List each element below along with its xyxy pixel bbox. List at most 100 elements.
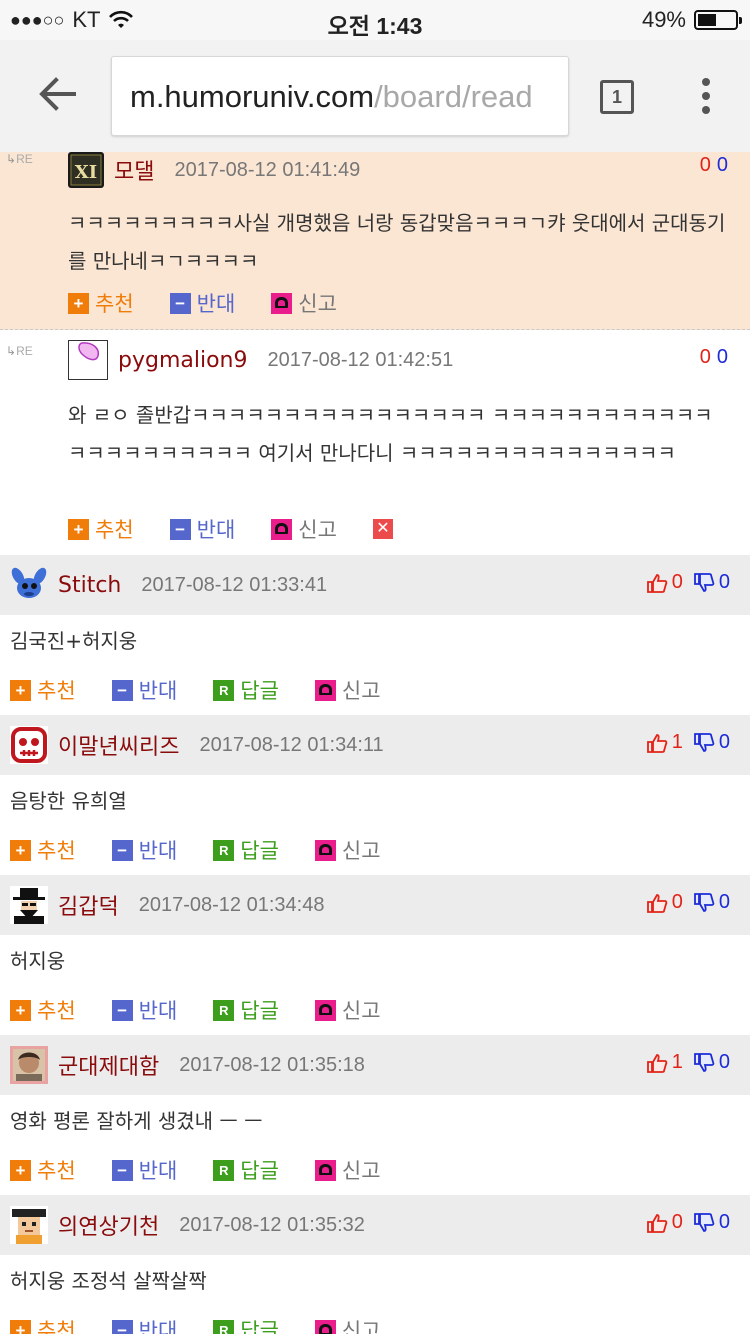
oppose-button[interactable]: − 반대 bbox=[111, 995, 177, 1025]
upvote-count: 1 bbox=[671, 1051, 683, 1073]
reply-icon: R bbox=[213, 999, 235, 1021]
report-button[interactable]: 신고 bbox=[271, 288, 337, 318]
recommend-button[interactable]: + 추천 bbox=[10, 835, 76, 865]
minus-icon: − bbox=[169, 518, 191, 540]
avatar[interactable] bbox=[10, 1206, 48, 1244]
downvote-count: 0 bbox=[718, 731, 730, 753]
avatar[interactable] bbox=[10, 726, 48, 764]
back-arrow-icon[interactable] bbox=[36, 72, 80, 116]
reply-downvote-count: 0 bbox=[716, 346, 728, 368]
recommend-button[interactable]: + 추천 bbox=[68, 514, 134, 544]
recommend-button[interactable]: + 추천 bbox=[10, 675, 76, 705]
comment-header: 김갑덕 2017-08-12 01:34:48 0 0 bbox=[0, 875, 750, 935]
siren-icon bbox=[271, 518, 293, 540]
comment-text: 김국진+허지웅 bbox=[10, 629, 138, 653]
siren-icon bbox=[314, 1319, 336, 1334]
reply-votes: 00 bbox=[700, 346, 728, 369]
avatar[interactable] bbox=[68, 340, 108, 380]
avatar[interactable] bbox=[10, 1046, 48, 1084]
upvote-count: 0 bbox=[671, 1211, 683, 1233]
comment-date: 2017-08-12 01:34:48 bbox=[138, 893, 325, 916]
comment-text: 허지웅 bbox=[10, 949, 66, 973]
comment-header: 군대제대함 2017-08-12 01:35:18 1 0 bbox=[0, 1035, 750, 1095]
reply-text: ㅋㅋㅋㅋㅋㅋㅋㅋㅋ사실 개명했음 너랑 동갑맞음ㅋㅋㅋㄱ캬 웃대에서 군대동기를… bbox=[68, 211, 726, 273]
siren-icon bbox=[314, 839, 336, 861]
comment-text: 음탕한 유희열 bbox=[10, 789, 127, 813]
tab-switcher-button[interactable]: 1 bbox=[600, 80, 634, 114]
reply-button[interactable]: R 답글 bbox=[213, 1315, 279, 1334]
avatar[interactable]: XI bbox=[68, 152, 104, 188]
comment-votes: 1 0 bbox=[646, 731, 730, 754]
reply-button[interactable]: R 답글 bbox=[213, 675, 279, 705]
comment-list: ↳RE XI 모댈 2017-08-12 01:41:49 00 ㅋㅋㅋㅋㅋㅋㅋ… bbox=[0, 152, 750, 1334]
reply-button[interactable]: R 답글 bbox=[213, 1155, 279, 1185]
recommend-button[interactable]: + 추천 bbox=[10, 1155, 76, 1185]
oppose-button[interactable]: − 반대 bbox=[169, 514, 235, 544]
comment-actions: + 추천 − 반대 R 답글 신고 bbox=[10, 1315, 417, 1334]
oppose-button[interactable]: − 반대 bbox=[111, 1315, 177, 1334]
address-bar[interactable]: m.humoruniv.com/board/read bbox=[111, 56, 569, 136]
reply-icon: R bbox=[213, 1319, 235, 1334]
reply-date: 2017-08-12 01:42:51 bbox=[267, 348, 454, 371]
thumbs-down-icon bbox=[693, 1052, 715, 1072]
siren-icon bbox=[271, 292, 293, 314]
comment-votes: 0 0 bbox=[646, 571, 730, 594]
comment-date: 2017-08-12 01:33:41 bbox=[141, 573, 328, 596]
report-button[interactable]: 신고 bbox=[271, 514, 337, 544]
recommend-button[interactable]: + 추천 bbox=[10, 995, 76, 1025]
comment-nickname[interactable]: 의연상기천 bbox=[58, 1209, 159, 1241]
recommend-button[interactable]: + 추천 bbox=[68, 288, 134, 318]
recommend-button[interactable]: + 추천 bbox=[10, 1315, 76, 1334]
comment-header: 의연상기천 2017-08-12 01:35:32 0 0 bbox=[0, 1195, 750, 1255]
report-button[interactable]: 신고 bbox=[314, 835, 381, 865]
browser-toolbar: m.humoruniv.com/board/read 1 bbox=[0, 40, 750, 152]
avatar[interactable] bbox=[10, 566, 48, 604]
comment-nickname[interactable]: 김갑덕 bbox=[58, 889, 119, 921]
plus-icon: + bbox=[10, 679, 31, 701]
reply-upvote-count: 0 bbox=[699, 346, 711, 368]
reply-indicator-icon: ↳RE bbox=[6, 344, 33, 358]
minus-icon: − bbox=[111, 999, 133, 1021]
report-button[interactable]: 신고 bbox=[314, 1155, 381, 1185]
comment-text: 허지웅 조정석 살짝살짝 bbox=[10, 1269, 207, 1293]
reply-header: XI 모댈 2017-08-12 01:41:49 bbox=[68, 152, 360, 188]
oppose-button[interactable]: − 반대 bbox=[111, 675, 177, 705]
upvote-count: 0 bbox=[671, 891, 683, 913]
report-button[interactable]: 신고 bbox=[314, 1315, 381, 1334]
delete-icon[interactable]: ✕ bbox=[372, 519, 393, 539]
thumbs-up-icon bbox=[646, 573, 668, 593]
oppose-button[interactable]: − 반대 bbox=[111, 835, 177, 865]
reply-button[interactable]: R 답글 bbox=[213, 995, 279, 1025]
siren-icon bbox=[314, 1159, 336, 1181]
comment-date: 2017-08-12 01:35:18 bbox=[179, 1053, 365, 1076]
report-button[interactable]: 신고 bbox=[314, 675, 381, 705]
reply-icon: R bbox=[213, 839, 235, 861]
oppose-button[interactable]: − 반대 bbox=[111, 1155, 177, 1185]
report-button[interactable]: 신고 bbox=[314, 995, 381, 1025]
reply-button[interactable]: R 답글 bbox=[213, 835, 279, 865]
comment-nickname[interactable]: 이말년씨리즈 bbox=[58, 729, 179, 761]
reply-icon: R bbox=[213, 679, 235, 701]
comment-body: 허지웅 조정석 살짝살짝 + 추천 − 반대 R 답글 신고 bbox=[0, 1255, 750, 1334]
oppose-button[interactable]: − 반대 bbox=[169, 288, 235, 318]
plus-icon: + bbox=[10, 839, 31, 861]
battery-percent: 49% bbox=[641, 7, 686, 32]
reply-nickname[interactable]: pygmalion9 bbox=[118, 348, 248, 373]
downvote-count: 0 bbox=[718, 1051, 730, 1073]
siren-icon bbox=[314, 679, 336, 701]
comment-actions: + 추천 − 반대 R 답글 신고 bbox=[10, 675, 417, 705]
minus-icon: − bbox=[111, 839, 133, 861]
thumbs-down-icon bbox=[693, 732, 715, 752]
url-path: /board/read bbox=[374, 79, 533, 114]
reply-downvote-count: 0 bbox=[716, 154, 728, 176]
thumbs-up-icon bbox=[646, 1213, 668, 1233]
url-host: m.humoruniv.com bbox=[130, 79, 375, 114]
comment-votes: 0 0 bbox=[646, 1211, 730, 1234]
avatar[interactable] bbox=[10, 886, 48, 924]
reply-nickname[interactable]: 모댈 bbox=[114, 154, 154, 186]
comment-nickname[interactable]: Stitch bbox=[58, 573, 121, 598]
comment-date: 2017-08-12 01:34:11 bbox=[199, 733, 384, 756]
comment-nickname[interactable]: 군대제대함 bbox=[58, 1049, 159, 1081]
reply-date: 2017-08-12 01:41:49 bbox=[174, 158, 361, 181]
overflow-menu-icon[interactable] bbox=[700, 78, 712, 118]
